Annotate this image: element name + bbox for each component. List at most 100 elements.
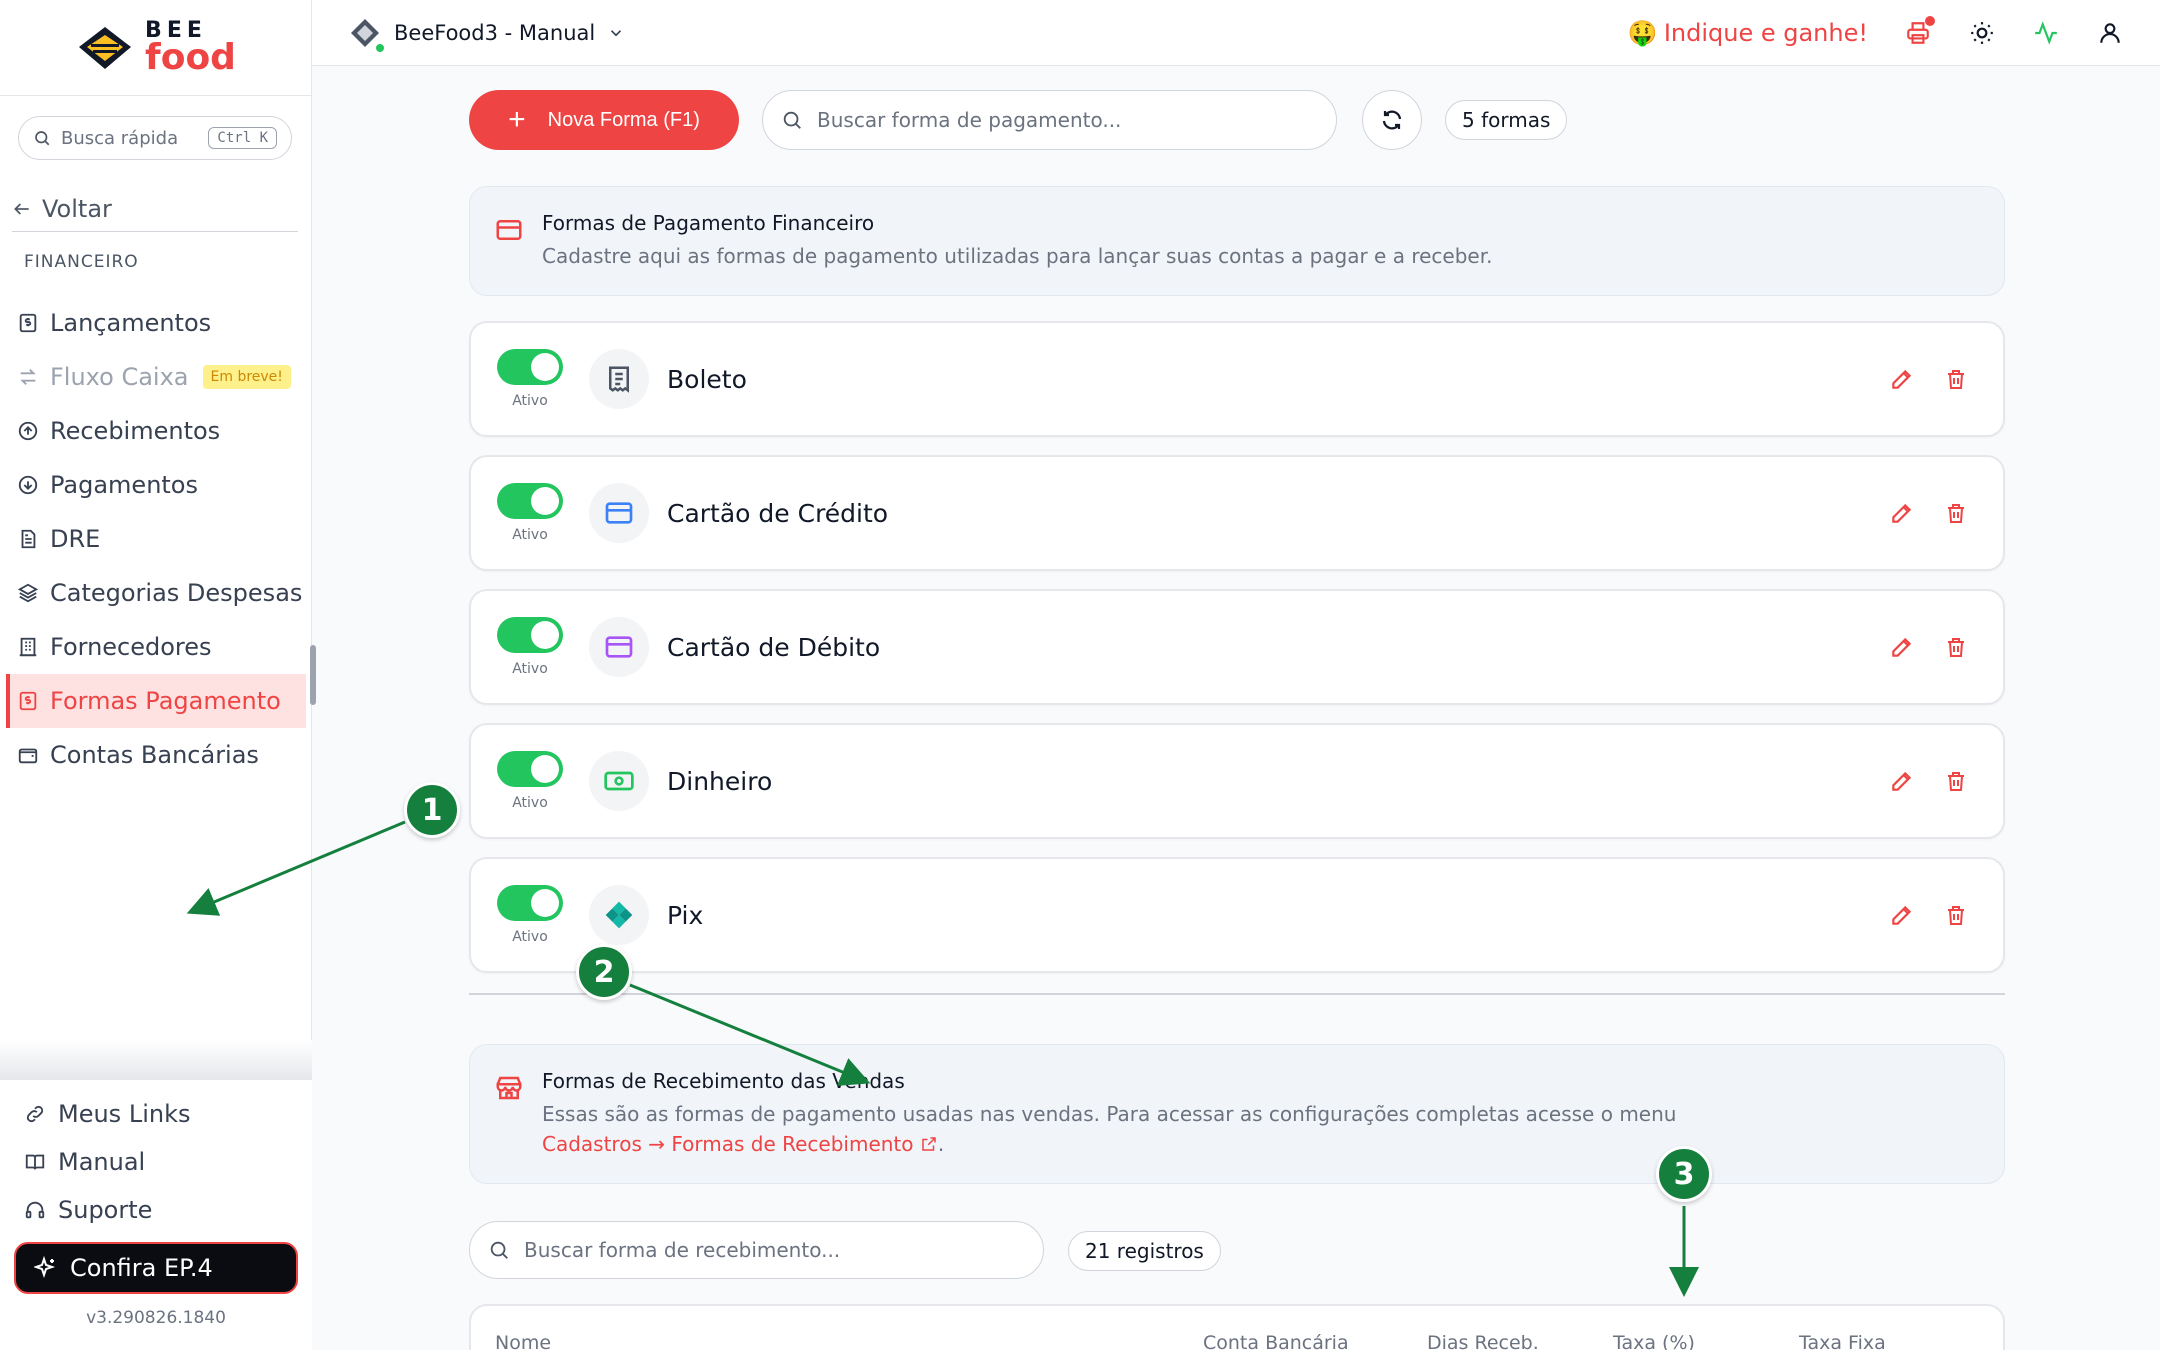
column-header-nome[interactable]: Nome (495, 1332, 551, 1350)
active-toggle[interactable] (497, 349, 563, 385)
user-icon[interactable] (2096, 19, 2124, 47)
edit-pencil-icon[interactable] (1889, 768, 1915, 794)
financeiro-info-box: Formas de Pagamento Financeiro Cadastre … (469, 186, 2005, 296)
external-link-icon[interactable] (920, 1135, 938, 1153)
sidebar-item-pagamentos[interactable]: Pagamentos (6, 458, 306, 512)
trash-icon[interactable] (1943, 902, 1969, 928)
active-toggle[interactable] (497, 751, 563, 787)
refresh-button[interactable] (1362, 90, 1422, 150)
pix-icon (589, 885, 649, 945)
payment-search-input[interactable]: Buscar forma de pagamento... (762, 90, 1337, 150)
payment-search-placeholder: Buscar forma de pagamento... (817, 108, 1122, 132)
sidebar-item-label: Categorias Despesas (50, 579, 303, 607)
printer-icon[interactable] (1904, 15, 1935, 47)
annotation-badge-2: 2 (576, 944, 632, 1000)
bottom-link-manual[interactable]: Manual (0, 1138, 312, 1186)
bottom-link-meus-links[interactable]: Meus Links (0, 1090, 312, 1138)
column-header-conta[interactable]: Conta Bancária (1203, 1332, 1349, 1350)
info-suffix: . (937, 1132, 945, 1156)
sidebar-item-label: Pagamentos (50, 471, 198, 499)
sidebar-item-contas-bancarias[interactable]: Contas Bancárias (6, 728, 306, 782)
active-toggle[interactable] (497, 885, 563, 921)
receipt-search-placeholder: Buscar forma de recebimento... (524, 1238, 841, 1262)
info-title: Formas de Recebimento das Vendas (542, 1069, 905, 1093)
receipt-dollar-icon (16, 311, 40, 335)
sidebar-item-categorias-despesas[interactable]: Categorias Despesas (6, 566, 306, 620)
refer-link[interactable]: 🤑 Indique e ganhe! (1628, 19, 1868, 47)
sidebar-item-dre[interactable]: DRE (6, 512, 306, 566)
edit-pencil-icon[interactable] (1889, 500, 1915, 526)
trash-icon[interactable] (1943, 366, 1969, 392)
plus-icon: + (508, 103, 526, 136)
logo-food-text: food (145, 36, 236, 78)
document-icon (16, 527, 40, 551)
sidebar-item-label: DRE (50, 525, 101, 553)
search-icon (35, 131, 50, 146)
arrow-left-icon (14, 202, 29, 215)
edit-pencil-icon[interactable] (1889, 366, 1915, 392)
sidebar-nav: Lançamentos Fluxo Caixa Em breve! Recebi… (6, 296, 306, 782)
edit-pencil-icon[interactable] (1889, 634, 1915, 660)
layers-icon (16, 581, 40, 605)
receipt-icon (589, 349, 649, 409)
receipt-count-badge: 21 registros (1068, 1231, 1221, 1271)
receipt-search-input[interactable]: Buscar forma de recebimento... (469, 1221, 1044, 1279)
status-label: Ativo (512, 393, 548, 409)
trash-icon[interactable] (1943, 500, 1969, 526)
info-desc: Cadastre aqui as formas de pagamento uti… (542, 244, 1493, 268)
sidebar-item-lancamentos[interactable]: Lançamentos (6, 296, 306, 350)
wallet-icon (16, 743, 40, 767)
payment-card-boleto: Ativo Boleto (469, 321, 2005, 437)
payment-name: Pix (667, 900, 704, 930)
trash-icon[interactable] (1943, 634, 1969, 660)
info-link-row: Cadastros → Formas de Recebimento . (542, 1129, 1980, 1159)
confira-button[interactable]: Confira EP.4 (14, 1242, 298, 1294)
quick-search[interactable]: Busca rápida Ctrl K (18, 116, 292, 160)
bottom-link-label: Suporte (58, 1196, 153, 1224)
sun-icon[interactable] (1968, 19, 1996, 47)
sidebar-item-fluxo-caixa: Fluxo Caixa Em breve! (6, 350, 306, 404)
book-icon (25, 1154, 45, 1170)
section-label: FINANCEIRO (24, 252, 139, 272)
sidebar-item-fornecedores[interactable]: Fornecedores (6, 620, 306, 674)
active-toggle[interactable] (497, 483, 563, 519)
back-button[interactable]: Voltar (12, 186, 298, 232)
new-payment-label: Nova Forma (F1) (547, 108, 700, 131)
new-payment-button[interactable]: + Nova Forma (F1) (469, 90, 739, 150)
sidebar-item-label: Formas Pagamento (50, 687, 281, 715)
edit-pencil-icon[interactable] (1889, 902, 1915, 928)
sidebar-item-formas-pagamento[interactable]: Formas Pagamento (6, 674, 306, 728)
chevron-down-icon (611, 29, 622, 36)
store-icon (496, 1076, 522, 1100)
payment-card-debito: Ativo Cartão de Débito (469, 589, 2005, 705)
arrows-exchange-icon (16, 365, 40, 389)
vendas-info-box: Formas de Recebimento das Vendas Essas s… (469, 1044, 2005, 1184)
activity-icon[interactable] (2032, 19, 2060, 47)
status-label: Ativo (512, 527, 548, 543)
sidebar: BEE food Busca rápida Ctrl K Voltar FINA… (0, 0, 316, 1350)
credit-card-icon (496, 220, 522, 240)
payment-name: Cartão de Crédito (667, 498, 889, 528)
payment-list: Ativo Boleto Ativo Cartão de Crédito Ati… (469, 321, 2005, 991)
confira-label: Confira EP.4 (70, 1254, 213, 1282)
cash-icon (589, 751, 649, 811)
column-header-dias[interactable]: Dias Receb. (1427, 1332, 1539, 1350)
sidebar-item-recebimentos[interactable]: Recebimentos (6, 404, 306, 458)
app-name: BeeFood3 - Manual (394, 20, 596, 45)
bottom-link-suporte[interactable]: Suporte (0, 1186, 312, 1234)
info-desc: Essas são as formas de pagamento usadas … (542, 1102, 1677, 1126)
bottom-link-label: Manual (58, 1148, 146, 1176)
column-header-taxa-pct[interactable]: Taxa (%) (1613, 1332, 1695, 1350)
coming-soon-badge: Em breve! (202, 365, 291, 389)
logo[interactable]: BEE food (0, 0, 311, 96)
receipt-dollar-icon (16, 689, 40, 713)
notification-dot (1925, 15, 1935, 26)
credit-card-icon (589, 483, 649, 543)
app-switcher[interactable]: BeeFood3 - Manual (348, 16, 625, 54)
quick-search-label: Busca rápida (61, 127, 179, 149)
formas-recebimento-link[interactable]: Cadastros → Formas de Recebimento (542, 1132, 914, 1156)
active-toggle[interactable] (497, 617, 563, 653)
payment-card-dinheiro: Ativo Dinheiro (469, 723, 2005, 839)
trash-icon[interactable] (1943, 768, 1969, 794)
column-header-taxa-fixa[interactable]: Taxa Fixa (1799, 1332, 1886, 1350)
